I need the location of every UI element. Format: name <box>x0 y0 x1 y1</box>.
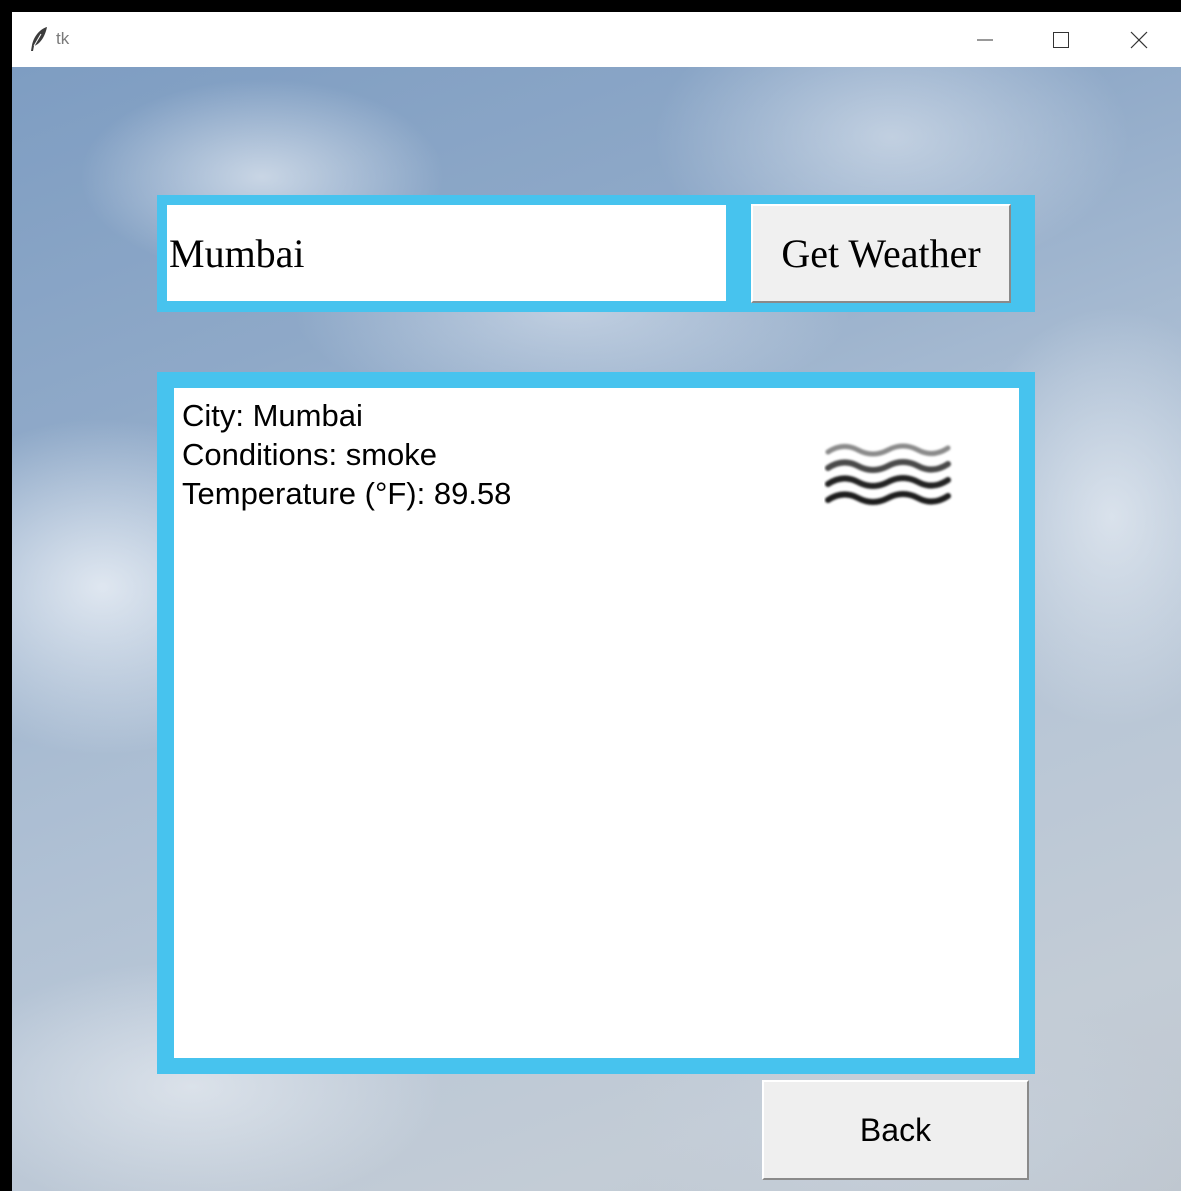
tk-feather-icon <box>28 26 50 52</box>
result-text: City: Mumbai Conditions: smoke Temperatu… <box>182 396 511 513</box>
minimize-icon <box>977 39 993 40</box>
get-weather-button[interactable]: Get Weather <box>751 204 1011 303</box>
close-button[interactable] <box>1101 12 1177 67</box>
temperature-line: Temperature (°F): 89.58 <box>182 476 512 511</box>
conditions-line: Conditions: smoke <box>182 437 438 472</box>
city-line: City: Mumbai <box>182 398 363 433</box>
result-frame: City: Mumbai Conditions: smoke Temperatu… <box>157 372 1035 1074</box>
city-input[interactable] <box>167 205 726 301</box>
search-frame: Get Weather <box>157 195 1035 312</box>
result-panel: City: Mumbai Conditions: smoke Temperatu… <box>174 388 1019 1058</box>
close-icon <box>1130 31 1148 48</box>
maximize-icon <box>1053 31 1069 48</box>
maximize-button[interactable] <box>1023 12 1099 67</box>
minimize-button[interactable] <box>947 12 1023 67</box>
haze-waves-icon <box>824 440 954 520</box>
sky-background: Get Weather City: Mumbai Conditions: smo… <box>12 67 1181 1191</box>
window-title: tk <box>56 29 70 48</box>
back-button[interactable]: Back <box>762 1080 1029 1180</box>
title-bar[interactable]: tk <box>12 12 1181 67</box>
app-window: tk Get Weather City: Mumbai <box>12 12 1181 1191</box>
